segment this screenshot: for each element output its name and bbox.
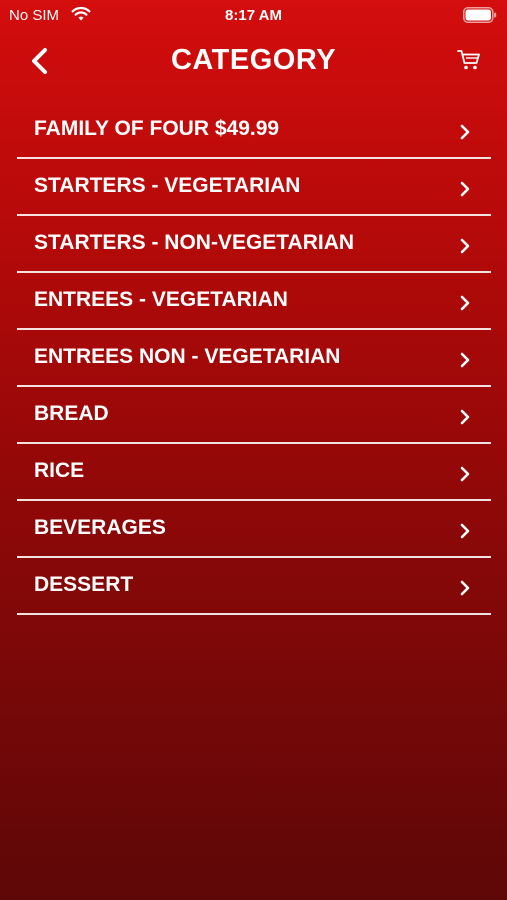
category-row[interactable]: DESSERT bbox=[17, 558, 491, 615]
status-time: 8:17 AM bbox=[225, 7, 282, 24]
category-label: STARTERS - VEGETARIAN bbox=[34, 174, 301, 197]
category-row[interactable]: RICE bbox=[17, 444, 491, 501]
battery-icon bbox=[463, 7, 497, 23]
category-label: ENTREES NON - VEGETARIAN bbox=[34, 345, 341, 368]
category-row[interactable]: STARTERS - NON-VEGETARIAN bbox=[17, 216, 491, 273]
chevron-right-icon bbox=[460, 523, 470, 539]
category-row[interactable]: BEVERAGES bbox=[17, 501, 491, 558]
category-label: BREAD bbox=[34, 402, 109, 425]
chevron-right-icon bbox=[460, 181, 470, 197]
chevron-right-icon bbox=[460, 409, 470, 425]
nav-bar: CATEGORY bbox=[0, 30, 507, 94]
cart-icon[interactable] bbox=[457, 49, 481, 71]
category-label: DESSERT bbox=[34, 573, 134, 596]
category-label: BEVERAGES bbox=[34, 516, 166, 539]
category-label: FAMILY OF FOUR $49.99 bbox=[34, 117, 280, 140]
category-list: FAMILY OF FOUR $49.99 STARTERS - VEGETAR… bbox=[17, 102, 491, 615]
category-row[interactable]: ENTREES NON - VEGETARIAN bbox=[17, 330, 491, 387]
category-label: STARTERS - NON-VEGETARIAN bbox=[34, 231, 355, 254]
status-bar: No SIM 8:17 AM bbox=[0, 0, 507, 30]
category-row[interactable]: ENTREES - VEGETARIAN bbox=[17, 273, 491, 330]
category-label: RICE bbox=[34, 459, 85, 482]
chevron-right-icon bbox=[460, 238, 470, 254]
category-row[interactable]: BREAD bbox=[17, 387, 491, 444]
category-label: ENTREES - VEGETARIAN bbox=[34, 288, 288, 311]
chevron-right-icon bbox=[460, 124, 470, 140]
category-row[interactable]: FAMILY OF FOUR $49.99 bbox=[17, 102, 491, 159]
chevron-right-icon bbox=[460, 295, 470, 311]
page-title: CATEGORY bbox=[170, 44, 337, 76]
category-row[interactable]: STARTERS - VEGETARIAN bbox=[17, 159, 491, 216]
chevron-right-icon bbox=[460, 580, 470, 596]
chevron-right-icon bbox=[460, 352, 470, 368]
chevron-right-icon bbox=[460, 466, 470, 482]
